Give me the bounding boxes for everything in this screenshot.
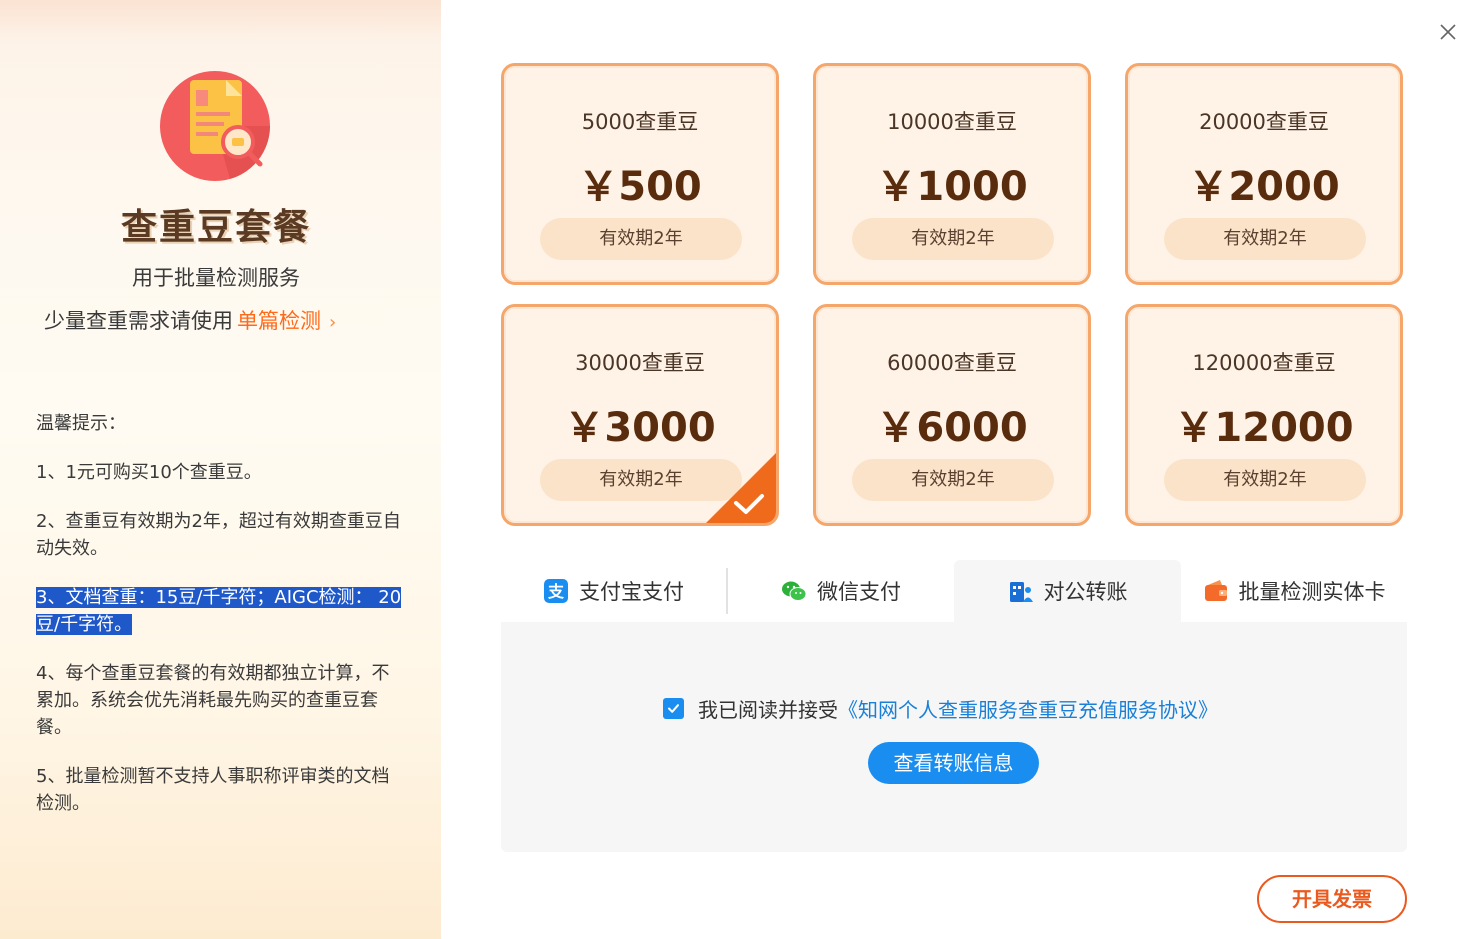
package-price: ￥1000 bbox=[876, 164, 1028, 210]
agreement-text: 我已阅读并接受 bbox=[698, 698, 838, 722]
tab-label: 对公转账 bbox=[1043, 580, 1128, 604]
package-validity: 有效期2年 bbox=[1164, 459, 1366, 501]
package-beans: 120000查重豆 bbox=[1192, 351, 1336, 375]
package-card-5000[interactable]: 5000查重豆 ￥500 有效期2年 bbox=[501, 63, 779, 285]
close-icon[interactable] bbox=[1436, 20, 1460, 44]
package-price: ￥6000 bbox=[876, 405, 1028, 451]
payment-panel: 我已阅读并接受 《知网个人查重服务查重豆充值服务协议》 查看转账信息 bbox=[501, 622, 1407, 852]
package-beans: 5000查重豆 bbox=[581, 110, 699, 134]
package-beans: 10000查重豆 bbox=[887, 110, 1017, 134]
tip-item-highlighted: 3、文档查重：15豆/千字符；AIGC检测： 20豆/千字符。 bbox=[36, 587, 402, 635]
package-price: ￥2000 bbox=[1188, 164, 1340, 210]
package-card-20000[interactable]: 20000查重豆 ￥2000 有效期2年 bbox=[1125, 63, 1403, 285]
package-card-60000[interactable]: 60000查重豆 ￥6000 有效期2年 bbox=[813, 304, 1091, 526]
package-validity: 有效期2年 bbox=[540, 218, 742, 260]
selected-check-icon bbox=[706, 453, 776, 523]
payment-tabs: 支 支付宝支付 微信支付 对公转账 批量检测实体卡 bbox=[501, 560, 1407, 622]
wallet-card-icon bbox=[1204, 580, 1227, 601]
left-panel: 查重豆套餐 用于批量检测服务 少量查重需求请使用 单篇检测 › 温馨提示： 1、1元… bbox=[0, 0, 441, 939]
top-glow bbox=[0, 0, 441, 40]
hint-text: 少量查重需求请使用 bbox=[44, 309, 233, 333]
tips-section: 温馨提示： 1、1元可购买10个查重豆。 2、查重豆有效期为2年，超过有效期查重… bbox=[36, 410, 404, 839]
package-card-30000-selected[interactable]: 30000查重豆 ￥3000 有效期2年 bbox=[501, 304, 779, 526]
tip-item: 2、查重豆有效期为2年，超过有效期查重豆自动失效。 bbox=[36, 511, 401, 559]
package-subtitle: 用于批量检测服务 bbox=[132, 266, 300, 290]
svg-text:支: 支 bbox=[547, 582, 565, 601]
package-validity: 有效期2年 bbox=[852, 459, 1054, 501]
agreement-checkbox[interactable] bbox=[663, 698, 684, 719]
tab-label: 微信支付 bbox=[817, 580, 901, 604]
tab-batch-card[interactable]: 批量检测实体卡 bbox=[1181, 560, 1407, 622]
document-search-logo-icon bbox=[160, 71, 271, 181]
agreement-row: 我已阅读并接受 《知网个人查重服务查重豆充值服务协议》 bbox=[663, 694, 1218, 723]
tab-label: 支付宝支付 bbox=[579, 580, 684, 604]
tab-label: 批量检测实体卡 bbox=[1238, 580, 1386, 604]
tab-alipay[interactable]: 支 支付宝支付 bbox=[501, 560, 726, 622]
tab-wechat[interactable]: 微信支付 bbox=[728, 560, 954, 622]
single-check-hint: 少量查重需求请使用 单篇检测 › bbox=[44, 305, 336, 335]
package-beans: 60000查重豆 bbox=[887, 351, 1017, 375]
package-validity: 有效期2年 bbox=[852, 218, 1054, 260]
package-price: ￥3000 bbox=[564, 405, 716, 451]
alipay-icon: 支 bbox=[544, 579, 568, 603]
package-title: 查重豆套餐 bbox=[120, 207, 311, 248]
package-validity: 有效期2年 bbox=[1164, 218, 1366, 260]
package-price: ￥500 bbox=[578, 164, 702, 210]
wechat-icon bbox=[782, 581, 807, 601]
tip-item: 1、1元可购买10个查重豆。 bbox=[36, 462, 262, 483]
tip-item: 5、批量检测暂不支持人事职称评审类的文档检测。 bbox=[36, 766, 390, 814]
package-card-120000[interactable]: 120000查重豆 ￥12000 有效期2年 bbox=[1125, 304, 1403, 526]
view-transfer-info-button[interactable]: 查看转账信息 bbox=[868, 742, 1039, 784]
package-card-10000[interactable]: 10000查重豆 ￥1000 有效期2年 bbox=[813, 63, 1091, 285]
tips-heading: 温馨提示： bbox=[36, 413, 126, 434]
single-check-link[interactable]: 单篇检测 bbox=[237, 309, 321, 333]
tip-item: 3、文档查重：15豆/千字符；AIGC检测： 20豆/千字符。 bbox=[36, 584, 404, 638]
package-price: ￥12000 bbox=[1174, 405, 1354, 451]
tab-bank-transfer[interactable]: 对公转账 bbox=[954, 560, 1181, 622]
issue-invoice-button[interactable]: 开具发票 bbox=[1257, 875, 1407, 923]
bank-transfer-icon bbox=[1009, 582, 1033, 602]
check-icon bbox=[668, 704, 679, 713]
tip-item: 4、每个查重豆套餐的有效期都独立计算，不累加。系统会优先消耗最先购买的查重豆套餐… bbox=[36, 663, 390, 738]
chevron-right-icon[interactable]: › bbox=[329, 312, 336, 333]
agreement-link[interactable]: 《知网个人查重服务查重豆充值服务协议》 bbox=[838, 694, 1218, 723]
package-beans: 20000查重豆 bbox=[1199, 110, 1329, 134]
package-beans: 30000查重豆 bbox=[575, 351, 705, 375]
